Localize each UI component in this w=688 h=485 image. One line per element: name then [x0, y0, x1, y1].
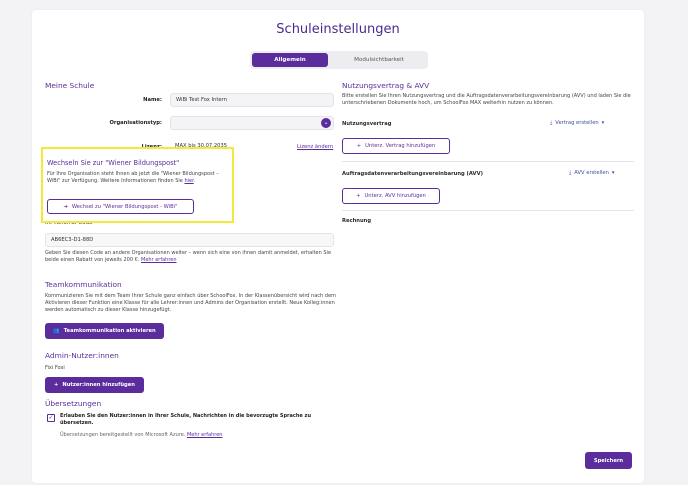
translation-more-link[interactable]: Mehr erfahren — [187, 432, 223, 438]
section-heading-school: Meine Schule — [45, 81, 95, 90]
section-heading-translations: Übersetzungen — [45, 399, 102, 408]
nv-label: Nutzungsvertrag — [342, 121, 392, 127]
name-label: Name: — [143, 97, 162, 103]
plus-icon: + — [356, 143, 362, 149]
name-input[interactable]: WiBi Test Fox Intern — [170, 93, 334, 107]
divider — [342, 210, 634, 211]
popup-title: Wechseln Sie zur "Wiener Bildungspost" — [47, 159, 180, 167]
plus-icon: + — [356, 193, 361, 199]
referral-text: Geben Sie diesen Code an andere Organisa… — [45, 250, 332, 264]
wibi-switch-popup: Wechseln Sie zur "Wiener Bildungspost" F… — [41, 147, 234, 223]
orgtype-select[interactable]: ⌄ — [170, 116, 334, 130]
save-button[interactable]: Speichern — [585, 452, 632, 469]
section-heading-team: Teamkommunikation — [45, 280, 122, 289]
referral-code: AB6EC3-D1-88D — [45, 233, 334, 247]
section-heading-admins: Admin-Nutzer:innen — [45, 351, 119, 360]
admin-user: Fixi Foxi — [45, 365, 65, 371]
nv-add-button[interactable]: + Unterz. Vertrag hinzufügen — [342, 138, 450, 154]
license-change-link[interactable]: Lizenz ändern — [297, 144, 333, 150]
plus-icon: + — [54, 382, 59, 388]
invoice-label: Rechnung — [342, 218, 372, 224]
nv-create-button[interactable]: ⤓ Vertrag erstellen ▾ — [550, 120, 604, 127]
download-icon: ⤓ — [550, 120, 553, 126]
contracts-text: Bitte erstellen Sie Ihren Nutzungsvertra… — [342, 93, 631, 107]
popup-info-link[interactable]: hier — [184, 178, 193, 184]
avv-label: Auftragsdatenverarbeitungsvereinbarung (… — [342, 171, 483, 177]
chevron-down-icon: ▾ — [611, 170, 615, 176]
orgtype-label: Organisationstyp: — [109, 120, 163, 126]
tab-bar: Allgemein Modulsichtbarkeit — [250, 51, 428, 69]
tab-modulsichtbarkeit[interactable]: Modulsichtbarkeit — [334, 53, 424, 67]
wibi-switch-button[interactable]: ➔ Wechsel zu "Wiener Bildungspost - WiBi… — [47, 199, 194, 214]
tab-allgemein[interactable]: Allgemein — [252, 53, 328, 67]
download-icon: ⤓ — [569, 170, 572, 176]
avv-add-button[interactable]: + Unterz. AVV hinzufügen — [342, 188, 440, 204]
popup-text: Für Ihre Organisation steht Ihnen ab jet… — [47, 171, 219, 185]
team-icon: 👥 — [53, 328, 60, 334]
referral-more-link[interactable]: Mehr erfahren — [141, 257, 177, 263]
team-activate-button[interactable]: 👥 Teamkommunikation aktivieren — [45, 323, 164, 339]
translation-checkbox[interactable]: ✓ — [47, 414, 55, 422]
page-title: Schuleinstellungen — [276, 22, 400, 37]
section-heading-contracts: Nutzungsvertrag & AVV — [342, 81, 430, 90]
translation-check-text: Erlauben Sie den Nutzer:innen in Ihrer S… — [60, 413, 312, 427]
translation-note: Übersetzungen bereitgestellt von Microso… — [60, 432, 223, 438]
team-text: Kommunizieren Sie mit dem Team Ihrer Sch… — [45, 293, 336, 314]
add-users-button[interactable]: + Nutzer:innen hinzufügen — [45, 377, 144, 393]
divider — [342, 161, 634, 162]
chevron-down-icon: ⌄ — [321, 118, 331, 128]
chevron-down-icon: ▾ — [601, 120, 605, 126]
settings-card: Schuleinstellungen Allgemein Modulsichtb… — [32, 10, 644, 483]
avv-create-button[interactable]: ⤓ AVV erstellen ▾ — [569, 170, 614, 177]
arrow-right-circle-icon: ➔ — [63, 203, 68, 210]
